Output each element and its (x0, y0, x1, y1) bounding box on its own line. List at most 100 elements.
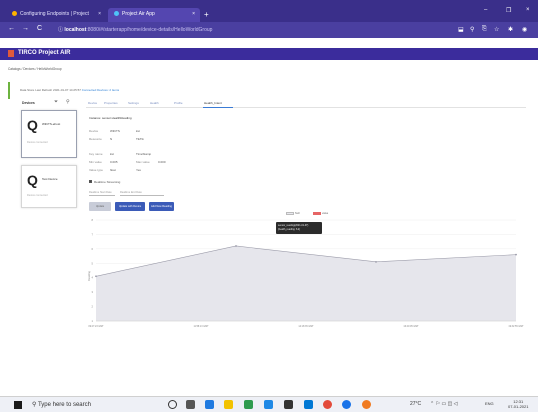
chart-tooltip: sensor_reading(2021-01-07) (health_readi… (276, 222, 322, 234)
x-tick-label: 16:40:05 GMT (403, 325, 419, 328)
y-tick-label: 1 (92, 319, 94, 323)
forward-icon[interactable]: → (22, 25, 29, 32)
tab-divider (86, 107, 526, 108)
minimize-icon[interactable]: – (484, 7, 487, 13)
connected-devices-link[interactable]: Connected Devices: 2 items (82, 88, 119, 92)
store-icon[interactable] (244, 400, 253, 409)
refresh-timestamp: 2021-01-07 14:25:57 (53, 88, 81, 92)
device-name: Test Device (42, 177, 58, 181)
edge-icon[interactable] (205, 400, 214, 409)
address-bar: ← → C ⓘ localhost:8080/#/starterapp/home… (0, 22, 538, 38)
chrome-profile-icon[interactable] (342, 400, 351, 409)
language-indicator[interactable]: ENG (485, 401, 494, 406)
share-icon[interactable]: ⎘ (482, 26, 487, 33)
browser-tab-bar: Configuring Endpoints | Project × Projec… (0, 0, 538, 22)
url-host: localhost (64, 27, 87, 33)
app-title: TIRCO Project AIR (18, 50, 71, 56)
y-tick-label: 5 (92, 261, 94, 265)
data-point[interactable] (375, 260, 377, 263)
detail-key: Resource (89, 137, 102, 141)
cortana-icon[interactable] (168, 400, 177, 409)
taskbar-clock[interactable]: 12:31 07-01-2021 (508, 399, 528, 409)
tab-properties[interactable]: Properties (104, 101, 118, 105)
mail-icon[interactable] (264, 400, 273, 409)
filter-icon[interactable]: ⏷ (54, 99, 58, 105)
close-tab-icon[interactable]: × (192, 11, 195, 17)
device-card[interactable]: Q WiFiTS-ehost Device connected (21, 110, 77, 158)
area-fill (96, 245, 516, 321)
data-point[interactable] (235, 245, 237, 247)
windows-start-icon[interactable] (14, 401, 22, 409)
tray-icons[interactable]: ⌃ ⚐ ▭ ◫ ◁ (430, 401, 458, 407)
x-tick-label: 14:18:35 GMT (298, 325, 314, 328)
device-status: Device connected (27, 141, 48, 144)
device-card[interactable]: Q Test Device Device connected (21, 165, 77, 208)
profile-icon[interactable]: ◉ (522, 26, 527, 33)
devices-heading: Devices (22, 101, 35, 105)
app-header: TIRCO Project AIR (0, 48, 538, 60)
tab-device[interactable]: Device (88, 101, 97, 105)
url-field[interactable]: ⓘ localhost:8080/#/starterapp/home/devic… (58, 25, 388, 35)
detail-key: Key name (89, 152, 103, 156)
install-icon[interactable]: ⬓ (458, 26, 464, 33)
chrome-icon[interactable] (323, 400, 332, 409)
tab-label: Configuring Endpoints | Project (20, 11, 89, 17)
data-point[interactable] (95, 275, 97, 278)
y-axis-label: Reading (87, 271, 91, 281)
instance-heading: Instance: sensor.HealthReading (89, 116, 132, 120)
y-tick-label: 3 (92, 290, 94, 294)
back-icon[interactable]: ← (8, 25, 15, 32)
tab-profile[interactable]: Profile (174, 101, 183, 105)
realtime-start-input[interactable]: Realtime Start Date (89, 191, 115, 196)
device-q-icon: Q (27, 117, 38, 133)
taskbar-search[interactable]: ⚲ Type here to search (32, 399, 150, 411)
x-tick-label: 11:58:13 GMT (193, 325, 209, 328)
restore-icon[interactable]: ❐ (506, 7, 511, 14)
tab-label: Project Air App (122, 11, 155, 17)
realtime-checkbox[interactable] (89, 180, 92, 183)
data-store-label: Data Store (20, 88, 35, 92)
close-window-icon[interactable]: × (526, 7, 530, 13)
vscode-icon[interactable] (304, 400, 313, 409)
detail-value: N (110, 137, 113, 141)
active-tab-underline (203, 106, 233, 108)
terminal-icon[interactable] (284, 400, 293, 409)
device-q-icon: Q (27, 172, 38, 188)
zoom-icon[interactable]: ⚲ (470, 26, 474, 33)
y-tick-label: 8 (92, 218, 94, 222)
detail-value: kst (136, 129, 140, 133)
breadcrumb[interactable]: Catalogs / Devices / HelloWorldGroup (8, 67, 62, 71)
status-accent-bar (8, 82, 10, 99)
detail-key: Value type (89, 168, 103, 172)
file-explorer-icon[interactable] (224, 400, 233, 409)
bookmark-star-icon[interactable]: ☆ (494, 26, 499, 33)
data-point[interactable] (515, 253, 517, 256)
detail-value: WiFiTS (110, 129, 120, 133)
firefox-icon[interactable] (362, 400, 371, 409)
extensions-icon[interactable]: ✱ (508, 26, 513, 33)
screen: Configuring Endpoints | Project × Projec… (0, 0, 538, 412)
realtime-checkbox-label: Realtime Streaming (94, 180, 121, 184)
search-icon[interactable]: ⚲ (66, 99, 70, 105)
y-tick-label: 6 (92, 247, 94, 251)
detail-value: TimeStamp (136, 152, 152, 156)
x-tick-label: 09:27:23 GMT (88, 325, 104, 328)
refresh-label: Last Refresh (35, 88, 53, 92)
search-placeholder: Type here to search (37, 402, 91, 408)
status-line: Data Store Last Refresh 2021-01-07 14:25… (20, 88, 119, 92)
y-tick-label: 4 (92, 276, 94, 280)
url-path: :8080/#/starterapp/home/device-details/H… (86, 27, 213, 33)
new-tab-icon[interactable]: + (204, 10, 209, 19)
weather-temperature[interactable]: 27°C (410, 401, 421, 407)
browser-tab-configuring-endpoints[interactable]: Configuring Endpoints | Project × (6, 8, 106, 22)
tab-settings[interactable]: Settings (128, 101, 139, 105)
tab-health-intent[interactable]: Health_Intent (204, 101, 222, 105)
close-tab-icon[interactable]: × (98, 11, 101, 17)
browser-tab-project-air-app[interactable]: Project Air App × (108, 8, 200, 22)
task-view-icon[interactable] (186, 400, 195, 409)
tab-health[interactable]: Health (150, 101, 159, 105)
reload-icon[interactable]: C (37, 25, 42, 32)
realtime-end-input[interactable]: Realtime End Date (120, 191, 164, 196)
detail-key: Min value (89, 160, 102, 164)
tab-favicon-icon (114, 11, 119, 17)
